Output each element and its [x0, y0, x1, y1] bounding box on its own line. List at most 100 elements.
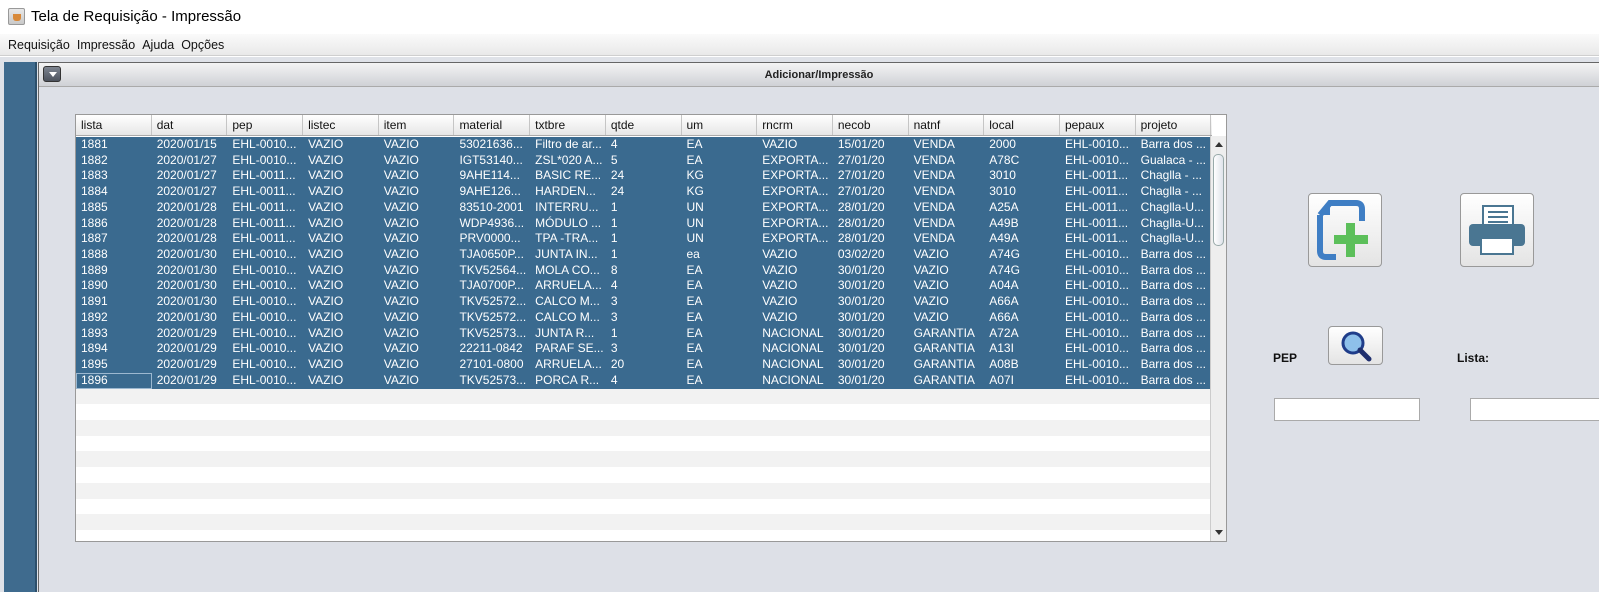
column-header-dat[interactable]: dat: [152, 115, 228, 135]
table-row[interactable]: 1895 2020/01/29 EHL-0010... VAZIO VAZIO 27101…: [76, 357, 1212, 373]
column-header-item[interactable]: item: [379, 115, 455, 135]
table-row[interactable]: 1891 2020/01/30 EHL-0010... VAZIO VAZIO TKV52…: [76, 294, 1212, 310]
column-header-pepaux[interactable]: pepaux: [1060, 115, 1136, 135]
cell-txtbre: JUNTA IN...: [535, 247, 598, 262]
cell-txtbre: MOLA CO...: [535, 262, 600, 277]
cell-material: TJA0650P...: [459, 247, 524, 262]
magnifier-icon: [1341, 331, 1371, 361]
table-row[interactable]: 1890 2020/01/30 EHL-0010... VAZIO VAZIO TJA07…: [76, 278, 1212, 295]
vertical-scrollbar[interactable]: [1210, 136, 1226, 541]
cell-projeto: Gualaca - ...: [1140, 152, 1206, 167]
table-row[interactable]: 1883 2020/01/27 EHL-0011... VAZIO VAZIO 9AHE1…: [76, 168, 1212, 185]
table-row[interactable]: 1881 2020/01/15 EHL-0010... VAZIO VAZIO 53021…: [76, 137, 1212, 153]
cell-local: A74G: [989, 247, 1020, 262]
cell-material: 9AHE126...: [459, 184, 521, 199]
column-header-qtde[interactable]: qtde: [606, 115, 682, 135]
cell-natnf: GARANTIA: [913, 341, 975, 356]
cell-material: 53021636...: [459, 137, 523, 151]
cell-natnf: VENDA: [913, 184, 955, 199]
scroll-up-arrow-icon[interactable]: [1215, 142, 1223, 147]
column-header-txtbre[interactable]: txtbre: [530, 115, 606, 135]
cell-rncrm: EXPORTA...: [762, 199, 829, 214]
cell-um: ea: [686, 247, 700, 262]
column-header-listec[interactable]: listec: [303, 115, 379, 135]
cell-projeto: Barra dos ...: [1140, 247, 1206, 262]
column-header-rncrm[interactable]: rncrm: [757, 115, 833, 135]
cell-natnf: VENDA: [913, 137, 955, 151]
cell-qtde: 4: [610, 278, 618, 293]
table-row[interactable]: 1886 2020/01/28 EHL-0011... VAZIO VAZIO WDP49…: [76, 215, 1212, 232]
table-row[interactable]: 1896 2020/01/29 EHL-0010... VAZIO VAZIO TKV52…: [76, 372, 1212, 389]
menu-requisicao[interactable]: Requisição: [8, 38, 70, 52]
cell-dat: 2020/01/29: [156, 372, 217, 387]
cell-listec: VAZIO: [308, 278, 344, 293]
scroll-down-arrow-icon[interactable]: [1215, 530, 1223, 535]
cell-listec: VAZIO: [308, 215, 344, 230]
cell-pep: EHL-0011...: [232, 168, 296, 183]
cell-projeto: Barra dos ...: [1140, 372, 1206, 387]
frame-menu-button[interactable]: [43, 66, 61, 82]
cell-natnf: VENDA: [913, 152, 955, 167]
menu-opcoes[interactable]: Opções: [181, 38, 224, 52]
cell-material: 27101-0800: [459, 357, 524, 372]
table-row[interactable]: 1889 2020/01/30 EHL-0010... VAZIO VAZIO TKV52…: [76, 262, 1212, 279]
table-row[interactable]: 1893 2020/01/29 EHL-0010... VAZIO VAZIO TKV52…: [76, 325, 1212, 342]
column-header-um[interactable]: um: [682, 115, 758, 135]
cell-dat: 2020/01/30: [156, 262, 217, 277]
cell-natnf: VENDA: [913, 215, 955, 230]
lista-input[interactable]: [1470, 398, 1599, 421]
menu-ajuda[interactable]: Ajuda: [142, 38, 174, 52]
table-row[interactable]: 1888 2020/01/30 EHL-0010... VAZIO VAZIO TJA06…: [76, 247, 1212, 263]
empty-row: [76, 451, 1212, 468]
cell-dat: 2020/01/29: [156, 357, 217, 372]
cell-um: EA: [686, 137, 703, 151]
table-row[interactable]: 1884 2020/01/27 EHL-0011... VAZIO VAZIO 9AHE1…: [76, 184, 1212, 200]
cell-item: VAZIO: [383, 372, 419, 387]
cell-necob: 30/01/20: [837, 278, 885, 293]
cell-dat: 2020/01/30: [156, 294, 217, 309]
table-row[interactable]: 1892 2020/01/30 EHL-0010... VAZIO VAZIO TKV52…: [76, 309, 1212, 326]
column-header-material[interactable]: material: [454, 115, 531, 135]
table-row[interactable]: 1882 2020/01/27 EHL-0010... VAZIO VAZIO IGT53…: [76, 152, 1212, 169]
cell-local: A74G: [989, 262, 1020, 277]
menu-impressao[interactable]: Impressão: [77, 38, 135, 52]
cell-pep: EHL-0010...: [232, 309, 297, 324]
empty-row: [76, 530, 1212, 541]
table-row[interactable]: 1885 2020/01/28 EHL-0011... VAZIO VAZIO 83510…: [76, 199, 1212, 216]
column-header-pep[interactable]: pep: [227, 115, 304, 135]
cell-local: A04A: [989, 278, 1019, 293]
cell-item: VAZIO: [383, 294, 419, 309]
cell-um: EA: [686, 357, 703, 372]
cell-txtbre: TPA -TRA...: [535, 231, 599, 246]
cell-item: VAZIO: [383, 231, 419, 246]
column-header-lista[interactable]: lista: [76, 115, 152, 135]
cell-dat: 2020/01/29: [156, 325, 217, 340]
cell-local: A49A: [989, 231, 1019, 246]
print-button[interactable]: [1460, 193, 1534, 267]
cell-rncrm: EXPORTA...: [762, 152, 829, 167]
table-row[interactable]: 1887 2020/01/28 EHL-0011... VAZIO VAZIO PRV00…: [76, 231, 1212, 248]
column-header-natnf[interactable]: natnf: [909, 115, 985, 135]
cell-rncrm: NACIONAL: [762, 357, 824, 372]
cell-item: VAZIO: [383, 137, 419, 151]
cell-local: A72A: [989, 325, 1019, 340]
column-header-necob[interactable]: necob: [833, 115, 909, 135]
cell-qtde: 1: [610, 231, 618, 246]
cell-um: UN: [686, 215, 704, 230]
table-row[interactable]: 1894 2020/01/29 EHL-0010... VAZIO VAZIO 22211…: [76, 341, 1212, 358]
cell-material: TKV52573...: [459, 372, 527, 387]
cell-um: KG: [686, 168, 704, 183]
cell-pepaux: EHL-0011...: [1064, 231, 1129, 246]
cell-lista: 1887: [81, 231, 108, 246]
cell-qtde: 1: [610, 215, 618, 230]
pep-input[interactable]: [1274, 398, 1420, 421]
cell-projeto: Chaglla-U...: [1140, 231, 1204, 246]
column-header-projeto[interactable]: projeto: [1136, 115, 1212, 135]
cell-dat: 2020/01/27: [156, 152, 217, 167]
column-header-local[interactable]: local: [984, 115, 1060, 135]
search-button[interactable]: [1328, 326, 1383, 365]
scroll-thumb[interactable]: [1213, 154, 1224, 246]
cell-local: A08B: [989, 357, 1019, 372]
add-button[interactable]: [1308, 193, 1382, 267]
pep-label: PEP: [1273, 351, 1298, 365]
